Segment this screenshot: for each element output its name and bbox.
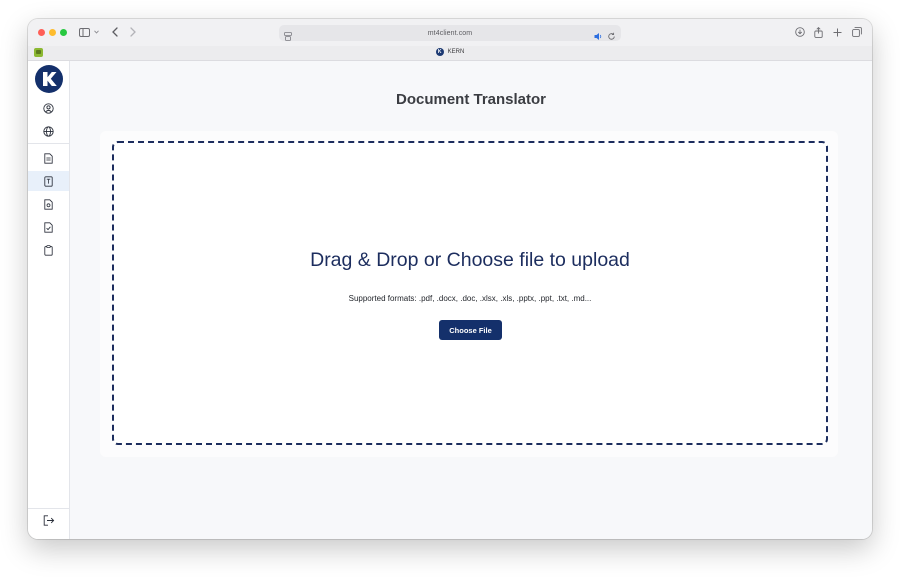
- sidebar-toggle-icon[interactable]: [78, 25, 90, 39]
- sidebar-item-document-translator[interactable]: [28, 171, 69, 191]
- main-content: Document Translator Drag & Drop or Choos…: [70, 61, 872, 539]
- forward-arrow-icon[interactable]: [128, 25, 138, 39]
- browser-window: mt4client.com K KERN Document Translator…: [28, 19, 872, 539]
- tab-bar: K KERN: [28, 46, 872, 61]
- sidebar-divider: [28, 143, 69, 144]
- sidebar-item-language[interactable]: [28, 121, 69, 141]
- browser-toolbar: mt4client.com: [28, 19, 872, 46]
- kern-logo-icon: [43, 72, 57, 86]
- kern-favicon-icon: K: [435, 48, 444, 56]
- document-image-icon: [44, 198, 53, 210]
- globe-icon: [43, 125, 54, 137]
- address-text: mt4client.com: [427, 29, 473, 37]
- kern-logo[interactable]: [35, 65, 63, 93]
- sidebar-item-document[interactable]: [28, 148, 69, 168]
- download-icon[interactable]: [794, 25, 805, 39]
- close-window-button[interactable]: [38, 29, 45, 36]
- new-tab-icon[interactable]: [832, 25, 843, 39]
- page-title: Document Translator: [395, 91, 547, 108]
- supported-formats-text: Supported formats: .pdf, .docx, .doc, .x…: [348, 294, 592, 303]
- choose-file-button[interactable]: Choose File: [439, 320, 502, 340]
- dropzone-heading: Drag & Drop or Choose file to upload: [310, 249, 630, 271]
- logout-icon: [43, 514, 54, 526]
- sidebar-item-document-image[interactable]: [28, 194, 69, 214]
- page-settings-icon[interactable]: [284, 28, 292, 46]
- active-tab[interactable]: K KERN: [28, 48, 872, 56]
- sidebar-item-clipboard[interactable]: [28, 240, 69, 260]
- address-bar[interactable]: mt4client.com: [279, 25, 621, 41]
- chevron-down-icon[interactable]: [93, 25, 99, 39]
- zoom-window-button[interactable]: [60, 29, 67, 36]
- share-icon[interactable]: [813, 25, 824, 39]
- clipboard-icon: [44, 244, 53, 256]
- upload-card: Drag & Drop or Choose file to upload Sup…: [100, 131, 838, 457]
- sidebar-item-profile[interactable]: [28, 98, 69, 118]
- file-dropzone[interactable]: Drag & Drop or Choose file to upload Sup…: [112, 141, 828, 445]
- tab-title: KERN: [447, 49, 465, 55]
- logout-button[interactable]: [28, 510, 69, 530]
- speaker-icon[interactable]: [594, 28, 603, 46]
- minimize-window-button[interactable]: [49, 29, 56, 36]
- sidebar: [28, 61, 70, 539]
- document-check-icon: [44, 221, 53, 233]
- tab-overview-icon[interactable]: [851, 25, 862, 39]
- document-text-icon: [44, 175, 53, 187]
- user-circle-icon: [43, 102, 54, 114]
- back-arrow-icon[interactable]: [110, 25, 120, 39]
- document-icon: [44, 152, 53, 164]
- reload-icon[interactable]: [607, 28, 616, 46]
- sidebar-divider: [28, 508, 69, 509]
- sidebar-item-document-check[interactable]: [28, 217, 69, 237]
